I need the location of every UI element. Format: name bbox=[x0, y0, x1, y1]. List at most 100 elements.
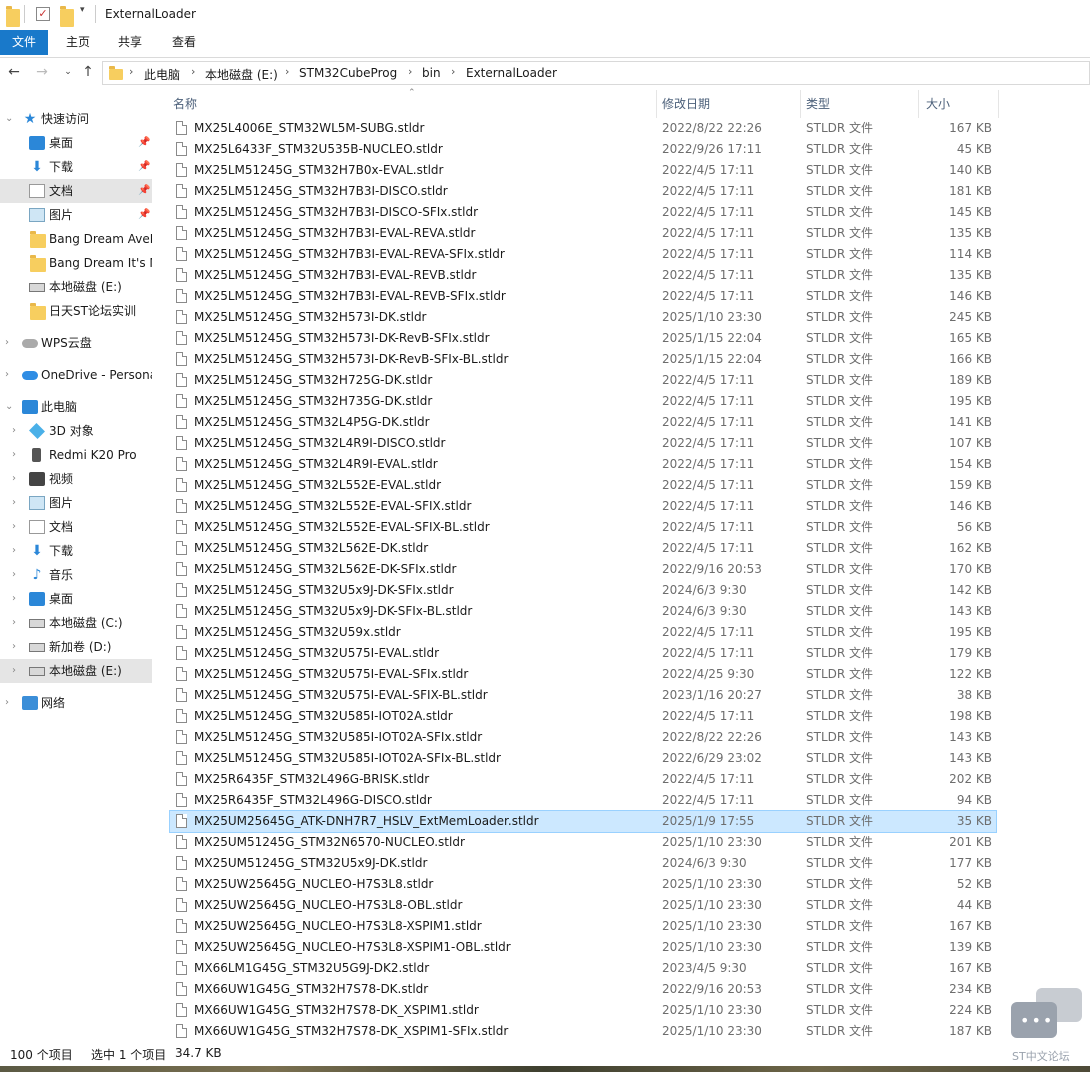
sidebar-item-this-pc[interactable]: ⌄ 此电脑 bbox=[0, 395, 152, 419]
tab-file[interactable]: 文件 bbox=[0, 30, 48, 55]
chevron-right-icon[interactable]: › bbox=[12, 587, 16, 611]
file-row[interactable]: MX25L4006E_STM32WL5M-SUBG.stldr 2022/8/22… bbox=[170, 118, 996, 139]
file-row[interactable]: MX25UW25645G_NUCLEO-H7S3L8-OBL.stldr 2025… bbox=[170, 895, 996, 916]
column-divider[interactable] bbox=[800, 90, 801, 118]
column-divider[interactable] bbox=[918, 90, 919, 118]
chevron-right-icon[interactable]: › bbox=[285, 65, 289, 78]
file-row[interactable]: MX25LM51245G_STM32H7B3I-DISCO.stldr 2022/… bbox=[170, 181, 996, 202]
sidebar-item-videos[interactable]: › 视频 bbox=[0, 467, 152, 491]
column-divider[interactable] bbox=[998, 90, 999, 118]
address-bar[interactable]: › 此电脑 › 本地磁盘 (E:) › STM32CubeProg › bin … bbox=[102, 61, 1090, 85]
file-row[interactable]: MX25LM51245G_STM32U5x9J-DK-SFIx.stldr 202… bbox=[170, 580, 996, 601]
file-row[interactable]: MX25UM51245G_STM32N6570-NUCLEO.stldr 2025… bbox=[170, 832, 996, 853]
forward-arrow-icon[interactable]: → bbox=[34, 64, 50, 80]
sidebar-item-drive-d[interactable]: › 新加卷 (D:) bbox=[0, 635, 152, 659]
chevron-right-icon[interactable]: › bbox=[12, 467, 16, 491]
column-header-date[interactable]: 修改日期 bbox=[662, 90, 792, 118]
breadcrumb-stm32cubeprog[interactable]: STM32CubeProg bbox=[299, 66, 397, 80]
file-row[interactable]: MX66UW1G45G_STM32H7S78-DK_XSPIM1.stldr 20… bbox=[170, 1000, 996, 1021]
file-row[interactable]: MX25LM51245G_STM32L562E-DK.stldr 2022/4/5… bbox=[170, 538, 996, 559]
file-row[interactable]: MX25LM51245G_STM32L4P5G-DK.stldr 2022/4/5… bbox=[170, 412, 996, 433]
sidebar-item-3d-objects[interactable]: › 3D 对象 bbox=[0, 419, 152, 443]
column-header-name[interactable]: 名称 bbox=[173, 90, 653, 118]
breadcrumb-this-pc[interactable]: 此电脑 bbox=[144, 66, 180, 83]
file-row[interactable]: MX25R6435F_STM32L496G-DISCO.stldr 2022/4/… bbox=[170, 790, 996, 811]
sidebar-item-st-forum[interactable]: 日天ST论坛实训 bbox=[0, 299, 152, 323]
file-row[interactable]: MX25LM51245G_STM32U575I-EVAL-SFIX-BL.stl… bbox=[170, 685, 996, 706]
chevron-right-icon[interactable]: › bbox=[12, 419, 16, 443]
file-row[interactable]: MX66UW1G45G_STM32H7S78-DK_XSPIM1-SFIx.st… bbox=[170, 1021, 996, 1042]
file-row[interactable]: MX25LM51245G_STM32L552E-EVAL.stldr 2022/4… bbox=[170, 475, 996, 496]
sidebar-item-desktop[interactable]: 桌面 📌 bbox=[0, 131, 152, 155]
sidebar-item-downloads[interactable]: ⬇ 下载 📌 bbox=[0, 155, 152, 179]
sidebar-item-drive-e-quick[interactable]: 本地磁盘 (E:) bbox=[0, 275, 152, 299]
sidebar-item-downloads-pc[interactable]: › ⬇ 下载 bbox=[0, 539, 152, 563]
chevron-down-icon[interactable]: ⌄ bbox=[5, 395, 13, 419]
column-divider[interactable] bbox=[656, 90, 657, 118]
sidebar-item-network[interactable]: › 网络 bbox=[0, 691, 152, 715]
chevron-right-icon[interactable]: › bbox=[5, 691, 9, 715]
tab-home[interactable]: 主页 bbox=[56, 30, 100, 55]
sidebar-item-bang-dream-avem[interactable]: Bang Dream AveM bbox=[0, 227, 152, 251]
tab-view[interactable]: 查看 bbox=[162, 30, 206, 55]
sidebar-item-redmi-k20-pro[interactable]: › Redmi K20 Pro bbox=[0, 443, 152, 467]
chevron-right-icon[interactable]: › bbox=[191, 65, 195, 78]
recent-locations-chevron-icon[interactable]: ⌄ bbox=[60, 64, 76, 80]
pin-icon[interactable]: 📌 bbox=[138, 179, 150, 203]
file-row[interactable]: MX25LM51245G_STM32L552E-EVAL-SFIX.stldr 2… bbox=[170, 496, 996, 517]
new-folder-icon[interactable] bbox=[60, 6, 74, 27]
file-row[interactable]: MX25LM51245G_STM32U585I-IOT02A-SFIx.stld… bbox=[170, 727, 996, 748]
file-row[interactable]: MX25LM51245G_STM32L4R9I-DISCO.stldr 2022/… bbox=[170, 433, 996, 454]
chevron-right-icon[interactable]: › bbox=[12, 539, 16, 563]
file-row[interactable]: MX25LM51245G_STM32H573I-DK-RevB-SFIx.stl… bbox=[170, 328, 996, 349]
file-row[interactable]: MX25UM51245G_STM32U5x9J-DK.stldr 2024/6/3… bbox=[170, 853, 996, 874]
pin-icon[interactable]: 📌 bbox=[138, 131, 150, 155]
chevron-right-icon[interactable]: › bbox=[12, 635, 16, 659]
sidebar-item-wps-cloud[interactable]: › WPS云盘 bbox=[0, 331, 152, 355]
back-arrow-icon[interactable]: ← bbox=[6, 64, 22, 80]
chevron-right-icon[interactable]: › bbox=[12, 563, 16, 587]
file-row[interactable]: MX25LM51245G_STM32L4R9I-EVAL.stldr 2022/4… bbox=[170, 454, 996, 475]
file-row[interactable]: MX25LM51245G_STM32U575I-EVAL.stldr 2022/4… bbox=[170, 643, 996, 664]
chevron-right-icon[interactable]: › bbox=[12, 611, 16, 635]
chevron-right-icon[interactable]: › bbox=[451, 65, 455, 78]
sidebar-item-drive-c[interactable]: › 本地磁盘 (C:) bbox=[0, 611, 152, 635]
sidebar-item-documents[interactable]: 文档 📌 bbox=[0, 179, 152, 203]
file-row[interactable]: MX25LM51245G_STM32L552E-EVAL-SFIX-BL.stl… bbox=[170, 517, 996, 538]
pin-icon[interactable]: 📌 bbox=[138, 203, 150, 227]
sidebar-item-quick-access[interactable]: ⌄ ★ 快速访问 bbox=[0, 107, 152, 131]
tab-share[interactable]: 共享 bbox=[108, 30, 152, 55]
chevron-right-icon[interactable]: › bbox=[408, 65, 412, 78]
sidebar-item-bang-dream-its-m[interactable]: Bang Dream It's M bbox=[0, 251, 152, 275]
file-row[interactable]: MX25LM51245G_STM32U575I-EVAL-SFIx.stldr 2… bbox=[170, 664, 996, 685]
chevron-right-icon[interactable]: › bbox=[12, 443, 16, 467]
sidebar-item-drive-e[interactable]: › 本地磁盘 (E:) bbox=[0, 659, 152, 683]
file-row[interactable]: MX25UW25645G_NUCLEO-H7S3L8.stldr 2025/1/1… bbox=[170, 874, 996, 895]
file-row[interactable]: MX66LM1G45G_STM32U5G9J-DK2.stldr 2023/4/5… bbox=[170, 958, 996, 979]
customize-quick-access-icon[interactable]: ▾ bbox=[80, 5, 85, 23]
up-arrow-icon[interactable]: ↑ bbox=[80, 64, 96, 80]
sidebar-item-pictures-pc[interactable]: › 图片 bbox=[0, 491, 152, 515]
chevron-right-icon[interactable]: › bbox=[129, 65, 133, 78]
chevron-right-icon[interactable]: › bbox=[12, 659, 16, 683]
sidebar-item-documents-pc[interactable]: › 文档 bbox=[0, 515, 152, 539]
file-row[interactable]: MX25LM51245G_STM32U585I-IOT02A-SFIx-BL.s… bbox=[170, 748, 996, 769]
file-row[interactable]: MX25LM51245G_STM32H7B3I-EVAL-REVA-SFIx.s… bbox=[170, 244, 996, 265]
file-row[interactable]: MX25L6433F_STM32U535B-NUCLEO.stldr 2022/9… bbox=[170, 139, 996, 160]
file-row[interactable]: MX25LM51245G_STM32H7B0x-EVAL.stldr 2022/4… bbox=[170, 160, 996, 181]
file-row[interactable]: MX25LM51245G_STM32H7B3I-DISCO-SFIx.stldr… bbox=[170, 202, 996, 223]
file-row[interactable]: MX25UW25645G_NUCLEO-H7S3L8-XSPIM1.stldr 2… bbox=[170, 916, 996, 937]
file-row[interactable]: MX25LM51245G_STM32H7B3I-EVAL-REVA.stldr 2… bbox=[170, 223, 996, 244]
chevron-down-icon[interactable]: ⌄ bbox=[5, 107, 13, 131]
breadcrumb-externalloader[interactable]: ExternalLoader bbox=[466, 66, 557, 80]
chevron-right-icon[interactable]: › bbox=[5, 363, 9, 387]
sidebar-item-desktop-pc[interactable]: › 桌面 bbox=[0, 587, 152, 611]
pin-icon[interactable]: 📌 bbox=[138, 155, 150, 179]
chevron-right-icon[interactable]: › bbox=[12, 491, 16, 515]
file-row[interactable]: MX25LM51245G_STM32L562E-DK-SFIx.stldr 202… bbox=[170, 559, 996, 580]
file-row[interactable]: MX25LM51245G_STM32U59x.stldr 2022/4/5 17:… bbox=[170, 622, 996, 643]
chevron-right-icon[interactable]: › bbox=[12, 515, 16, 539]
chevron-right-icon[interactable]: › bbox=[5, 331, 9, 355]
column-header-type[interactable]: 类型 bbox=[806, 90, 916, 118]
file-row[interactable]: MX25LM51245G_STM32H573I-DK.stldr 2025/1/1… bbox=[170, 307, 996, 328]
